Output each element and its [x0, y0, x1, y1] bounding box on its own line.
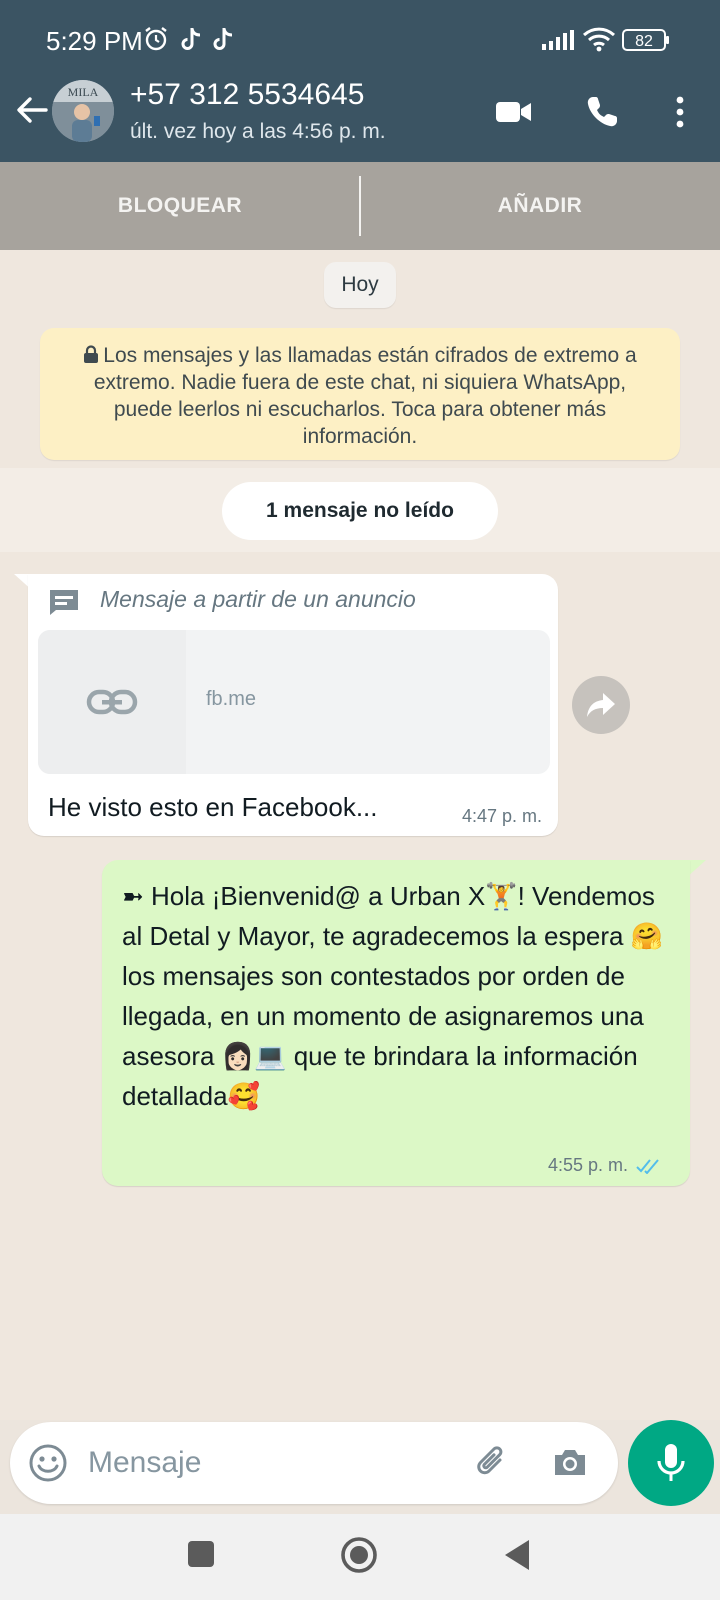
lock-icon: [84, 345, 99, 363]
outgoing-message-meta: 4:55 p. m.: [548, 1155, 664, 1176]
battery-icon: 82: [622, 29, 669, 51]
camera-icon[interactable]: [550, 1442, 590, 1482]
status-bar: 5:29 PM 82: [0, 0, 720, 80]
tiktok-icon: [181, 28, 201, 50]
link-preview-card[interactable]: fb.me: [38, 630, 550, 774]
battery-level: 82: [635, 33, 653, 50]
encryption-notice[interactable]: Los mensajes y las llamadas están cifrad…: [40, 328, 680, 460]
attach-icon[interactable]: [472, 1442, 512, 1482]
signal-icon: [542, 30, 574, 50]
avatar[interactable]: MILA: [52, 80, 114, 142]
link-domain: fb.me: [206, 688, 257, 710]
incoming-message[interactable]: Mensaje a partir de un anuncio fb.me He …: [28, 574, 558, 836]
read-ticks-icon: [636, 1158, 659, 1174]
mic-icon: [657, 1444, 685, 1481]
emoji-icon[interactable]: [28, 1443, 68, 1483]
recents-icon[interactable]: [188, 1541, 214, 1567]
video-call-icon[interactable]: [494, 96, 534, 128]
forward-button[interactable]: [572, 676, 630, 734]
system-nav-bar: [0, 1514, 720, 1600]
tiktok-icon: [213, 28, 233, 50]
outgoing-message-text: ➼ Hola ¡Bienvenid@ a Urban X🏋️! Vendemos…: [122, 881, 664, 1111]
unread-band: 1 mensaje no leído: [0, 468, 720, 552]
avatar-image: MILA: [52, 80, 114, 142]
add-contact-button[interactable]: AÑADIR: [360, 162, 720, 250]
contact-name[interactable]: +57 312 5534645: [130, 78, 364, 112]
ad-source-label: Mensaje a partir de un anuncio: [100, 586, 416, 612]
back-arrow-icon[interactable]: [12, 90, 52, 130]
message-composer: [10, 1422, 618, 1504]
status-time: 5:29 PM: [46, 26, 143, 56]
svg-text:MILA: MILA: [68, 85, 99, 99]
home-icon[interactable]: [340, 1536, 378, 1574]
unread-messages-chip: 1 mensaje no leído: [222, 482, 498, 540]
message-input[interactable]: [88, 1440, 468, 1486]
date-chip: Hoy: [324, 262, 396, 308]
chat-header: 5:29 PM 82 MILA +57 312 5534645 últ. vez…: [0, 0, 720, 162]
outgoing-message[interactable]: ➼ Hola ¡Bienvenid@ a Urban X🏋️! Vendemos…: [102, 860, 690, 1186]
phone-icon[interactable]: [584, 94, 620, 130]
alarm-icon: [145, 27, 167, 51]
back-icon[interactable]: [502, 1538, 532, 1572]
incoming-message-text: He visto esto en Facebook...: [48, 792, 378, 822]
wifi-icon: [582, 27, 616, 52]
incoming-message-time: 4:47 p. m.: [461, 806, 542, 826]
more-vert-icon[interactable]: [660, 92, 700, 132]
block-add-bar: BLOQUEAR AÑADIR: [0, 162, 720, 250]
voice-message-button[interactable]: [628, 1420, 714, 1506]
chat-area[interactable]: Hoy Los mensajes y las llamadas están ci…: [0, 250, 720, 1420]
forward-icon: [587, 693, 615, 717]
ad-message-icon: [50, 590, 78, 615]
last-seen-status: últ. vez hoy a las 4:56 p. m.: [130, 120, 386, 143]
encryption-notice-text: Los mensajes y las llamadas están cifrad…: [93, 344, 637, 448]
link-icon: [86, 689, 138, 715]
outgoing-message-time: 4:55 p. m.: [547, 1155, 628, 1175]
block-button[interactable]: BLOQUEAR: [0, 162, 360, 250]
link-thumbnail: [38, 630, 186, 774]
